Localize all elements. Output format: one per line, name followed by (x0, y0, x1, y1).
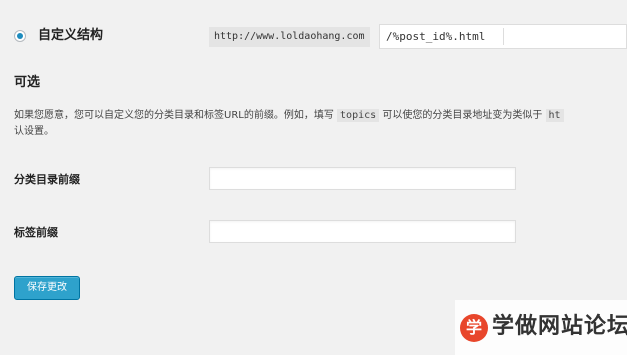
input-overflow-area (503, 28, 626, 45)
desc-text-2: 可以使您的分类目录地址变为类似于 (382, 110, 543, 121)
optional-description-line2: 认设置。 (14, 126, 54, 137)
tag-base-label: 标签前缀 (14, 226, 58, 239)
desc-text-1: 如果您愿意，您可以自定义您的分类目录和标签URL的前缀。例如，填写 (14, 110, 334, 121)
permalink-structure-input[interactable]: /%post_id%.html (379, 24, 627, 49)
optional-description: 如果您愿意，您可以自定义您的分类目录和标签URL的前缀。例如，填写 topics… (14, 108, 627, 124)
save-changes-button[interactable]: 保存更改 (14, 276, 80, 300)
category-base-label: 分类目录前缀 (14, 173, 80, 186)
optional-section-title: 可选 (14, 75, 41, 90)
tag-base-input[interactable] (209, 220, 516, 243)
radio-selected-dot (17, 33, 23, 39)
permalink-structure-value: /%post_id%.html (386, 30, 486, 43)
desc-code-topics: topics (337, 109, 380, 122)
custom-structure-radio[interactable] (14, 30, 26, 42)
base-url-code: http://www.loldaohang.com (209, 27, 370, 47)
watermark-logo-icon: 学 (460, 314, 488, 342)
category-base-input[interactable] (209, 167, 516, 190)
watermark-text: 学做网站论坛 (492, 314, 627, 339)
custom-structure-label: 自定义结构 (38, 28, 104, 43)
desc-code-url: ht (545, 109, 564, 122)
